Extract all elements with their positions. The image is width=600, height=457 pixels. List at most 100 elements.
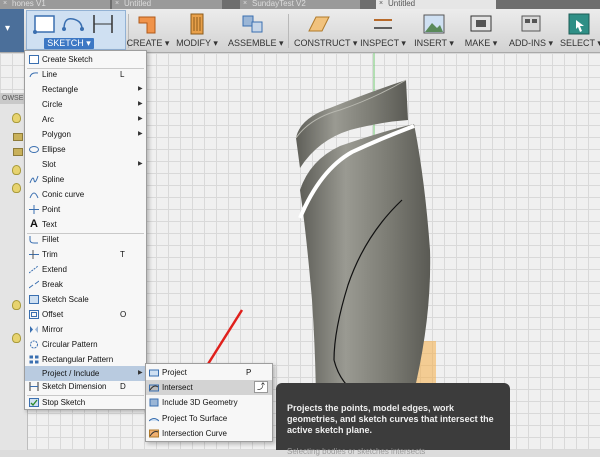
menu-item-create-sketch[interactable]: Create Sketch [25,52,146,67]
workspace-switcher[interactable]: ▾ [0,9,24,52]
construct-menu-button[interactable]: CONSTRUCT ▾ [294,38,357,49]
sketch-dimension-icon [29,382,39,391]
menu-item-rectangle[interactable]: Rectangle ▶ [25,82,146,97]
chevron-down-icon: ▾ [5,23,11,34]
project-include-submenu: Project P Intersect ⤴ Include 3D Geometr… [145,363,273,442]
inspect-icon[interactable] [370,11,396,37]
pin-to-toolbar-icon[interactable]: ⤴ [254,381,268,393]
stop-sketch-icon [29,398,39,407]
conic-curve-icon [29,192,39,199]
document-tab[interactable]: × SundayTest V2 [240,0,360,9]
line-icon [29,72,39,78]
menu-item-slot[interactable]: Slot ▶ [25,157,146,172]
extend-icon [29,265,39,274]
submenu-arrow-icon: ▶ [138,131,143,137]
menu-item-stop-sketch[interactable]: Stop Sketch [25,395,146,410]
submenu-arrow-icon: ▶ [138,116,143,122]
sketch-scale-icon [29,295,39,304]
project-to-surface-icon [149,418,159,422]
visibility-bulb-icon[interactable] [12,165,21,175]
create-menu-button[interactable]: CREATE ▾ [126,38,170,49]
select-menu-button[interactable]: SELECT ▾ [560,38,600,49]
insert-image-icon[interactable] [421,11,447,37]
submenu-item-project-to-surface[interactable]: Project To Surface [146,411,272,426]
make-icon[interactable] [468,11,494,37]
sketch-line-icon[interactable] [60,11,86,37]
add-ins-icon[interactable] [518,11,544,37]
menu-item-mirror[interactable]: Mirror [25,322,146,337]
submenu-arrow-icon: ▶ [138,101,143,107]
close-icon[interactable]: × [243,0,247,7]
close-icon[interactable]: × [379,0,383,7]
menu-item-trim[interactable]: Trim T [25,247,146,262]
intersect-icon [149,384,159,392]
point-icon [29,205,39,214]
fillet-icon [29,236,38,244]
submenu-item-intersect[interactable]: Intersect ⤴ [146,380,272,395]
modify-icon[interactable] [185,11,211,37]
select-icon[interactable] [566,11,592,37]
menu-item-spline[interactable]: Spline [25,172,146,187]
create-sketch-icon [29,55,39,64]
visibility-bulb-icon[interactable] [12,183,21,193]
menu-item-circular-pattern[interactable]: Circular Pattern [25,337,146,352]
visibility-bulb-icon[interactable] [12,333,21,343]
menu-item-arc[interactable]: Arc ▶ [25,112,146,127]
submenu-item-project[interactable]: Project P [146,365,272,380]
project-icon [149,369,159,377]
menu-item-sketch-dimension[interactable]: Sketch Dimension D [25,379,146,394]
sketch-rectangle-icon[interactable] [32,11,58,37]
document-tab-strip: × hones V1 × Untitled × SundayTest V2 × Unti… [0,0,600,9]
create-icon[interactable] [135,11,161,37]
submenu-arrow-icon: ▶ [138,161,143,167]
inspect-menu-button[interactable]: INSPECT ▾ [360,38,406,49]
assemble-icon[interactable] [240,11,266,37]
rectangular-pattern-icon [29,355,39,364]
menu-item-fillet[interactable]: Fillet [25,232,146,247]
menu-item-polygon[interactable]: Polygon ▶ [25,127,146,142]
menu-item-point[interactable]: Point [25,202,146,217]
document-tab[interactable]: × hones V1 [0,0,110,9]
construct-icon[interactable] [306,11,332,37]
sketch-menu-button[interactable]: SKETCH ▾ [44,38,94,49]
toolbar-divider [288,14,289,48]
circular-pattern-icon [30,340,38,349]
menu-item-rectangular-pattern[interactable]: Rectangular Pattern [25,352,146,367]
make-menu-button[interactable]: MAKE ▾ [462,38,500,49]
add-ins-menu-button[interactable]: ADD-INS ▾ [507,38,555,49]
close-icon[interactable]: × [115,0,119,7]
assemble-menu-button[interactable]: ASSEMBLE ▾ [228,38,284,49]
visibility-bulb-icon[interactable] [12,113,21,123]
command-tooltip: Projects the points, model edges, work g… [276,383,510,456]
mirror-icon [30,326,38,333]
menu-item-extend[interactable]: Extend [25,262,146,277]
menu-item-circle[interactable]: Circle ▶ [25,97,146,112]
sketch-dimension-icon[interactable] [90,11,116,37]
trim-icon [29,250,39,259]
modify-menu-button[interactable]: MODIFY ▾ [176,38,218,49]
document-tab-active[interactable]: × Untitled [376,0,496,9]
menu-item-text[interactable]: A Text [25,217,146,232]
menu-item-break[interactable]: Break [25,277,146,292]
folder-icon[interactable] [13,133,23,141]
menu-item-ellipse[interactable]: Ellipse [25,142,146,157]
submenu-arrow-icon: ▶ [138,86,143,92]
close-icon[interactable]: × [3,0,7,7]
menu-item-conic-curve[interactable]: Conic curve [25,187,146,202]
tooltip-text: Projects the points, model edges, work g… [287,403,494,435]
tooltip-more-text: Selecting bodies or sketches intersects [287,447,426,456]
sketch-dropdown-menu: Create Sketch Line L Rectangle ▶ Circle … [24,50,147,410]
menu-item-line[interactable]: Line L [25,67,146,82]
document-tab[interactable]: × Untitled [112,0,222,9]
submenu-item-intersection-curve[interactable]: Intersection Curve [146,426,272,441]
menu-item-sketch-scale[interactable]: Sketch Scale [25,292,146,307]
visibility-bulb-icon[interactable] [12,300,21,310]
ellipse-icon [29,146,39,153]
folder-icon[interactable] [13,148,23,156]
insert-menu-button[interactable]: INSERT ▾ [414,38,454,49]
break-icon [29,280,39,289]
spline-icon [29,175,39,184]
submenu-item-include-3d-geometry[interactable]: Include 3D Geometry [146,395,272,410]
menu-item-offset[interactable]: Offset O [25,307,146,322]
include-3d-geometry-icon [149,398,159,407]
